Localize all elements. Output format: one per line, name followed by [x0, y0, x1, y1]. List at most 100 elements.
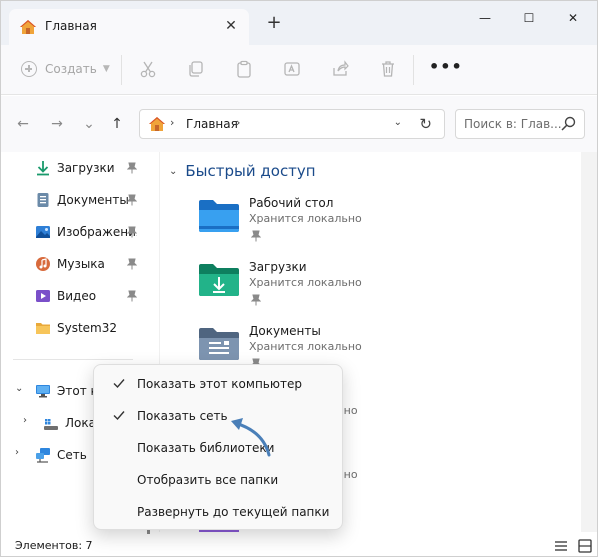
- pin-icon: [251, 230, 261, 242]
- menu-item-label: Развернуть до текущей папки: [137, 505, 330, 519]
- new-tab-button[interactable]: +: [265, 14, 283, 32]
- tiles-view-icon[interactable]: [577, 538, 593, 554]
- search-icon: [561, 116, 576, 131]
- sidebar-item-label: Изображения: [57, 225, 137, 239]
- home-icon: [20, 20, 36, 34]
- create-label: Создать: [45, 62, 97, 76]
- music-icon: [36, 257, 50, 271]
- copy-icon[interactable]: [187, 60, 205, 78]
- folder-name: Рабочий стол: [249, 196, 334, 210]
- sidebar-item-label: Документы: [57, 193, 129, 207]
- pin-icon: [127, 162, 137, 174]
- title-bar: Главная ✕ + — ☐ ✕: [1, 1, 597, 45]
- sidebar-item-label: Видео: [57, 289, 97, 303]
- share-icon[interactable]: [331, 60, 349, 78]
- menu-item-show-all-folders[interactable]: Отобразить все папки: [98, 465, 340, 495]
- folder-status: Хранится локально: [249, 212, 362, 225]
- sidebar-item-downloads[interactable]: Загрузки: [1, 156, 141, 180]
- pin-icon: [127, 290, 137, 302]
- sidebar-item-pictures[interactable]: Изображения: [1, 220, 141, 244]
- menu-item-show-libraries[interactable]: Показать библиотеки: [98, 433, 340, 463]
- folder-icon: [36, 323, 50, 334]
- download-icon: [37, 161, 49, 176]
- plus-circle-icon: [21, 61, 37, 77]
- search-box[interactable]: Поиск в: Глав...: [455, 109, 585, 139]
- chevron-down-icon: ▼: [102, 64, 110, 74]
- menu-item-label: Отобразить все папки: [137, 473, 279, 487]
- items-count: Элементов: 7: [15, 539, 93, 552]
- recent-locations-button[interactable]: ⌄: [79, 114, 99, 134]
- status-bar: Элементов: 7: [1, 534, 597, 556]
- delete-icon[interactable]: [379, 60, 397, 78]
- breadcrumb-separator[interactable]: ›: [236, 116, 240, 129]
- search-input[interactable]: Поиск в: Глав...: [464, 117, 562, 131]
- up-button[interactable]: ↑: [107, 114, 127, 134]
- rename-icon[interactable]: [283, 60, 301, 78]
- home-icon: [149, 117, 165, 131]
- details-view-icon[interactable]: [553, 538, 569, 554]
- annotation-arrow-icon: [231, 418, 271, 457]
- paste-icon[interactable]: [235, 60, 253, 78]
- breadcrumb-separator[interactable]: ›: [170, 116, 174, 129]
- address-dropdown-button[interactable]: ⌄: [394, 117, 402, 128]
- folder-status: Хранится локально: [249, 340, 362, 353]
- command-bar: Создать ▼ •••: [1, 45, 597, 95]
- document-icon: [37, 193, 49, 207]
- create-button[interactable]: Создать ▼: [21, 61, 110, 77]
- drive-icon: [44, 419, 58, 430]
- folder-desktop[interactable]: Рабочий стол Хранится локально: [197, 196, 497, 252]
- tab-title: Главная: [45, 19, 97, 33]
- cut-icon[interactable]: [139, 60, 157, 78]
- tab-home[interactable]: Главная ✕: [9, 9, 249, 45]
- pin-icon: [127, 194, 137, 206]
- toolbar-divider: [413, 55, 414, 85]
- quick-access-header[interactable]: ⌄ Быстрый доступ: [169, 162, 316, 180]
- menu-item-show-this-pc[interactable]: Показать этот компьютер: [98, 369, 340, 399]
- menu-item-show-network[interactable]: Показать сеть: [98, 401, 340, 431]
- toolbar-divider: [121, 55, 122, 85]
- chevron-right-icon[interactable]: ›: [23, 415, 27, 426]
- folder-downloads[interactable]: Загрузки Хранится локально: [197, 260, 497, 316]
- sidebar-item-documents[interactable]: Документы: [1, 188, 141, 212]
- close-tab-icon[interactable]: ✕: [223, 18, 239, 34]
- maximize-button[interactable]: ☐: [507, 7, 551, 31]
- close-window-button[interactable]: ✕: [551, 7, 595, 31]
- downloads-folder-icon: [199, 264, 239, 296]
- network-icon: [36, 448, 50, 463]
- address-bar[interactable]: › Главная › ⌄ ↻: [139, 109, 445, 139]
- chevron-right-icon[interactable]: ›: [15, 447, 19, 458]
- pin-icon: [127, 226, 137, 238]
- refresh-button[interactable]: ↻: [419, 115, 432, 133]
- menu-item-label: Показать сеть: [137, 409, 228, 423]
- checkmark-icon: [113, 411, 125, 421]
- sidebar-item-system32[interactable]: System32: [1, 316, 141, 340]
- video-icon: [36, 290, 50, 302]
- pin-icon: [251, 294, 261, 306]
- navigation-pane-context-menu: Показать этот компьютер Показать сеть По…: [93, 364, 343, 530]
- content-scrollbar[interactable]: [581, 152, 597, 532]
- back-button[interactable]: ←: [13, 114, 33, 134]
- forward-button[interactable]: →: [47, 114, 67, 134]
- computer-icon: [36, 385, 50, 398]
- minimize-button[interactable]: —: [463, 7, 507, 31]
- pin-icon: [127, 258, 137, 270]
- chevron-down-icon[interactable]: ⌄: [15, 383, 23, 394]
- sidebar-item-label: Загрузки: [57, 161, 115, 175]
- sidebar-item-music[interactable]: Музыка: [1, 252, 141, 276]
- documents-folder-icon: [199, 328, 239, 360]
- chevron-down-icon[interactable]: ⌄: [169, 166, 177, 177]
- folder-name: Документы: [249, 324, 321, 338]
- address-row: ← → ⌄ ↑ › Главная › ⌄ ↻ Поиск в: Глав...: [1, 96, 597, 152]
- menu-item-label: Показать этот компьютер: [137, 377, 302, 391]
- sidebar-item-label: System32: [57, 321, 118, 335]
- image-icon: [36, 226, 50, 238]
- file-explorer-window: Главная ✕ + — ☐ ✕ Создать ▼ ••• ← → ⌄ ↑ …: [0, 0, 598, 557]
- folder-name: Загрузки: [249, 260, 307, 274]
- more-options-button[interactable]: •••: [429, 57, 463, 76]
- checkmark-icon: [113, 379, 125, 389]
- breadcrumb-home[interactable]: Главная: [186, 117, 238, 131]
- desktop-folder-icon: [199, 200, 239, 232]
- sidebar-item-videos[interactable]: Видео: [1, 284, 141, 308]
- menu-item-expand-to-current-folder[interactable]: Развернуть до текущей папки: [98, 497, 340, 527]
- sidebar-item-label: Сеть: [57, 448, 87, 462]
